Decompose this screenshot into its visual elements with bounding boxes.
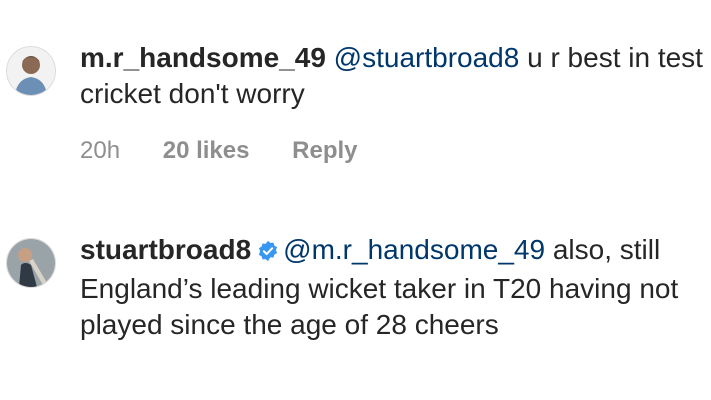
mention-link[interactable]: @stuartbroad8 (334, 42, 520, 73)
comment-time: 20h (80, 137, 121, 164)
username[interactable]: stuartbroad8 (80, 234, 251, 265)
likes-count[interactable]: 20 likes (163, 137, 250, 164)
username[interactable]: m.r_handsome_49 (80, 42, 326, 73)
reply-button[interactable]: Reply (292, 137, 357, 164)
avatar[interactable] (6, 238, 56, 288)
comment-text: m.r_handsome_49 @stuartbroad8 u r best i… (80, 40, 705, 112)
avatar[interactable] (6, 46, 56, 96)
comment-text: stuartbroad8 @m.r_handsome_49 also, still… (80, 232, 705, 343)
avatar-icon (7, 239, 55, 287)
mention-link[interactable]: @m.r_handsome_49 (283, 234, 545, 265)
verified-badge-icon (257, 235, 279, 271)
avatar-icon (7, 47, 55, 95)
comment-meta: 20h 20 likes Reply (80, 136, 394, 166)
